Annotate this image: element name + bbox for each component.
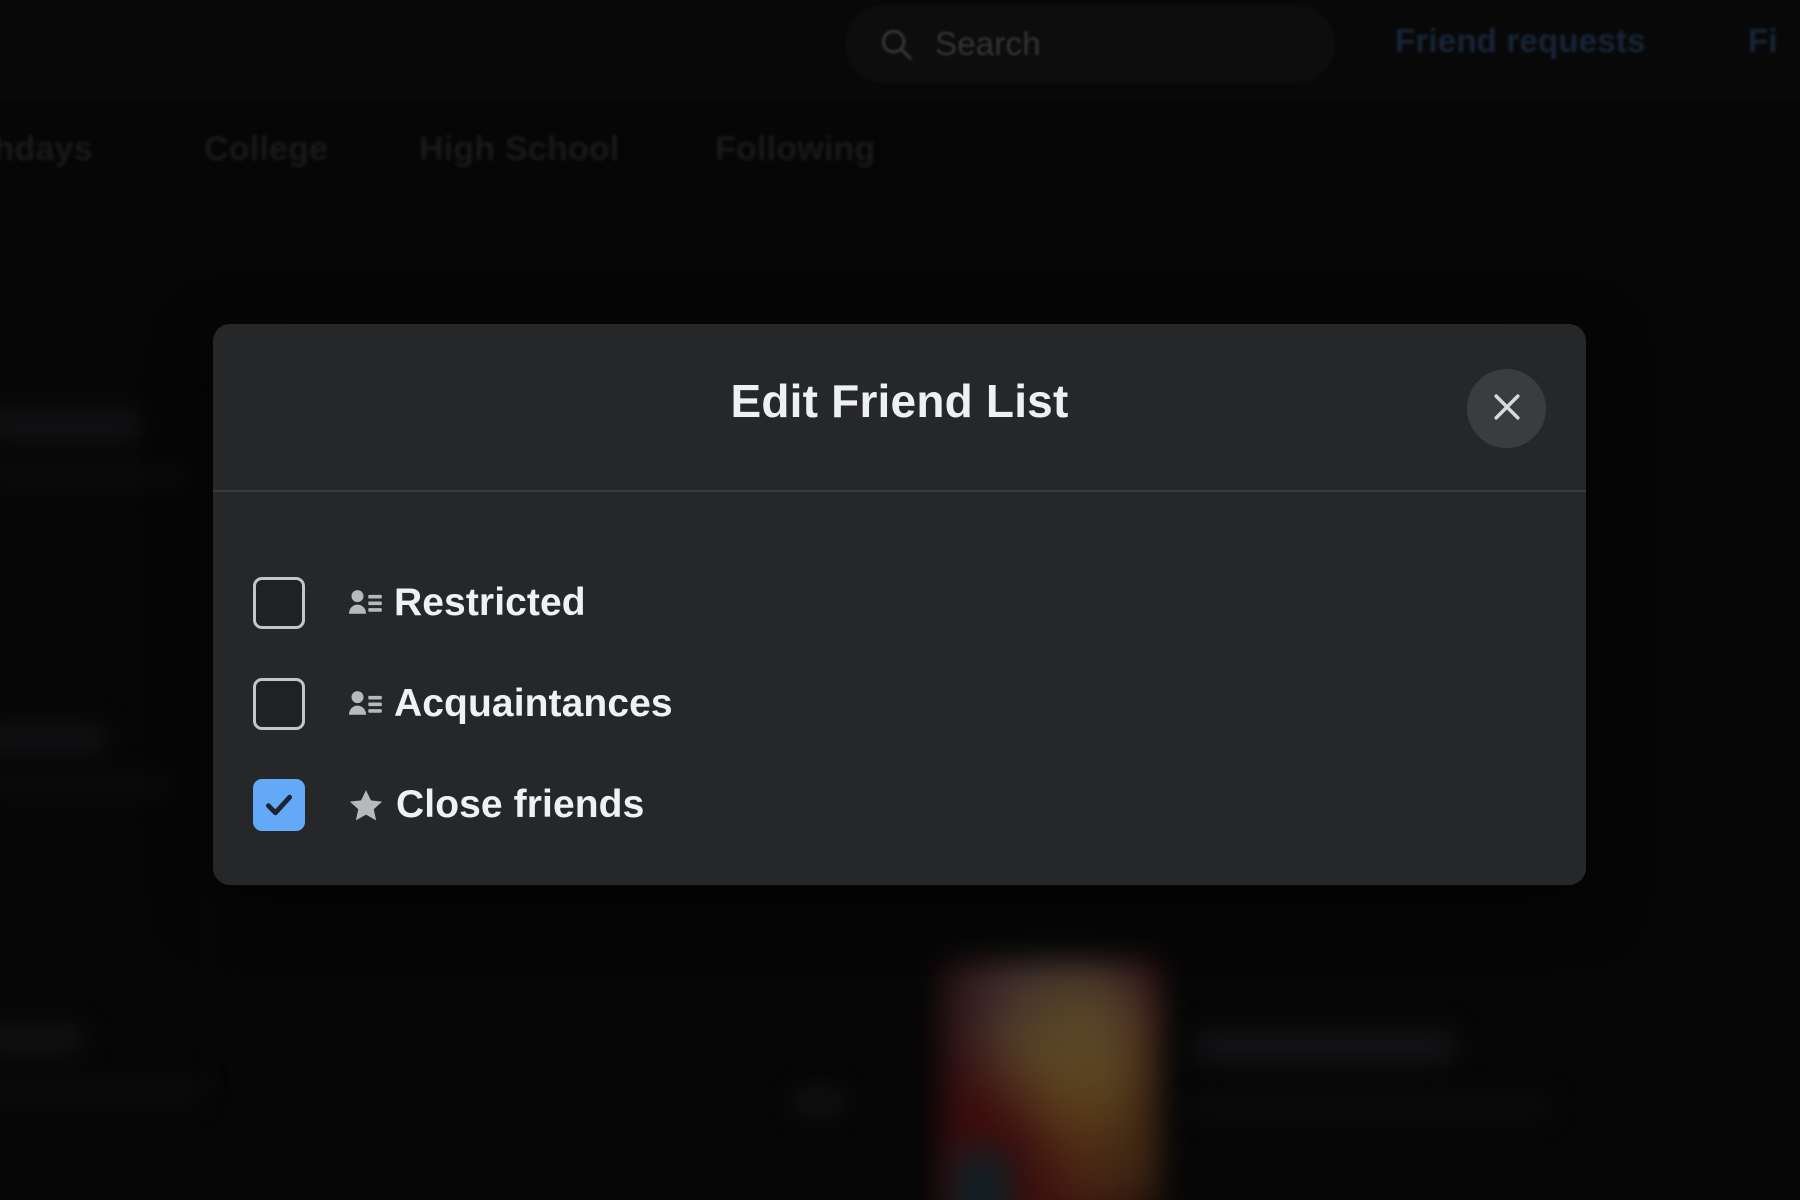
option-text: Close friends — [396, 782, 645, 826]
friend-list-option-label-acquaintances: Acquaintances — [347, 682, 673, 726]
close-icon — [1487, 387, 1527, 430]
close-button[interactable] — [1467, 369, 1546, 448]
friend-list-option-acquaintances[interactable]: Acquaintances — [213, 653, 1586, 754]
star-icon — [347, 786, 385, 824]
page-root: Search Friend requests Fi thdays College… — [0, 0, 1800, 1200]
friend-list-option-label-close-friends: Close friends — [347, 783, 644, 827]
friend-list-option-restricted[interactable]: Restricted — [213, 552, 1586, 653]
dialog-title: Edit Friend List — [730, 375, 1069, 427]
checkbox-close-friends[interactable] — [253, 778, 305, 831]
option-text: Restricted — [394, 580, 586, 624]
person-list-icon — [347, 585, 383, 621]
checkbox-acquaintances[interactable] — [253, 677, 305, 730]
checkbox-restricted[interactable] — [253, 576, 305, 629]
dialog-body: Restricted Acquaintances Close friends — [213, 492, 1586, 855]
option-text: Acquaintances — [394, 681, 673, 725]
friend-list-option-label-restricted: Restricted — [347, 581, 586, 625]
person-list-icon — [347, 686, 383, 722]
edit-friend-list-dialog: Edit Friend List Restricted Acquaintance… — [213, 324, 1586, 885]
friend-list-option-close-friends[interactable]: Close friends — [213, 754, 1586, 855]
dialog-header: Edit Friend List — [213, 324, 1586, 492]
